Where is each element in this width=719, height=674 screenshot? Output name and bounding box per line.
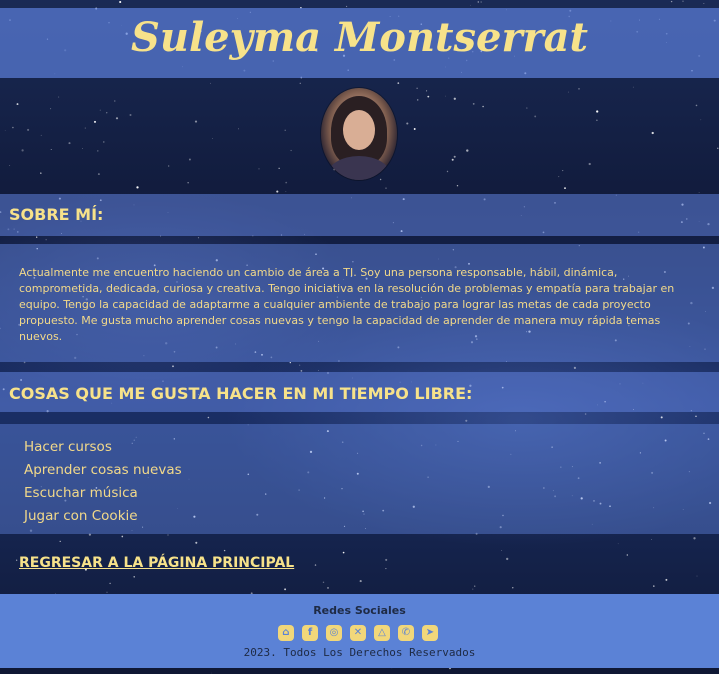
list-item: Escuchar música: [24, 485, 138, 501]
about-heading-band: [0, 194, 719, 236]
social-icons: ⌂ f ◎ ✕ △ ✆ ➤: [276, 625, 444, 643]
footer: Redes Sociales ⌂ f ◎ ✕ △ ✆ ➤ 2023. Todos…: [0, 594, 719, 668]
facebook-icon[interactable]: f: [302, 625, 318, 641]
list-item: Aprender cosas nuevas: [24, 462, 182, 478]
avatar: [321, 88, 397, 180]
hobbies-list: Hacer cursos Aprender cosas nuevas Escuc…: [24, 436, 182, 528]
x-twitter-icon[interactable]: ✕: [350, 625, 366, 641]
footer-title: Redes Sociales: [313, 604, 406, 617]
instagram-icon[interactable]: ◎: [326, 625, 342, 641]
snapchat-icon[interactable]: △: [374, 625, 390, 641]
list-item: Hacer cursos: [24, 439, 112, 455]
page-title: Suleyma Montserrat: [130, 14, 589, 61]
hobbies-heading: COSAS QUE ME GUSTA HACER EN MI TIEMPO LI…: [9, 384, 473, 403]
about-heading: SOBRE MÍ:: [9, 205, 104, 224]
back-to-home-link[interactable]: REGRESAR A LA PÁGINA PRINCIPAL: [19, 555, 294, 571]
whatsapp-icon[interactable]: ✆: [398, 625, 414, 641]
about-text: Actualmente me encuentro haciendo un cam…: [19, 266, 675, 343]
github-icon[interactable]: ⌂: [278, 625, 294, 641]
list-item: Jugar con Cookie: [24, 508, 138, 524]
telegram-icon[interactable]: ➤: [422, 625, 438, 641]
copyright-text: 2023. Todos Los Derechos Reservados: [243, 646, 476, 659]
